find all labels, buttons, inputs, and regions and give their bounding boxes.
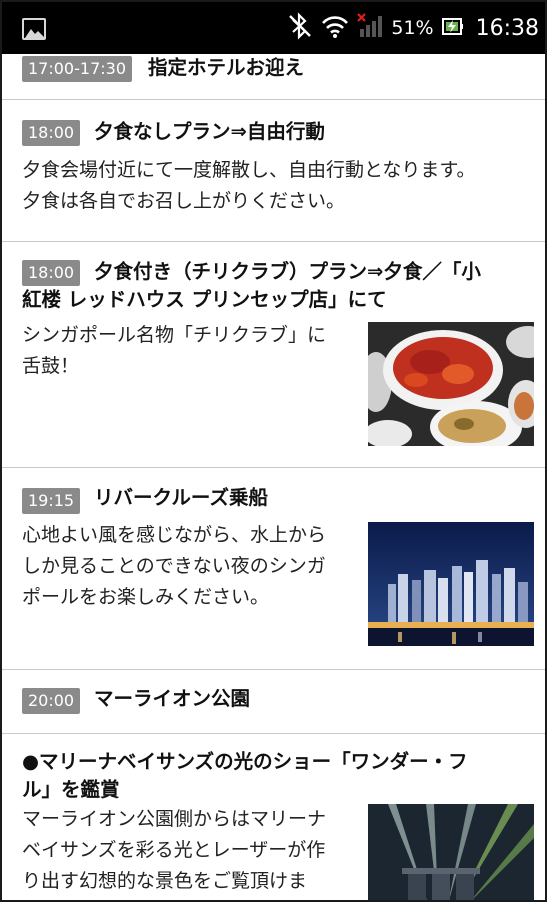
schedule-title: 夕食付き（チリクラブ）プラン⇒夕食／「小 紅楼 レッドハウス プリンセップ店」に… bbox=[22, 260, 481, 311]
schedule-title: 夕食なしプラン⇒自由行動 bbox=[94, 120, 325, 143]
marina-bay-light-show-photo bbox=[368, 804, 534, 900]
time-badge: 20:00 bbox=[22, 688, 81, 714]
battery-charging-icon bbox=[441, 16, 464, 40]
schedule-description: 心地よい風を感じながら、水上から しか見ることのできない夜のシンガ ポールをお楽… bbox=[22, 524, 327, 608]
schedule-title: ●マリーナベイサンズの光のショー「ワンダー・フ ル」を鑑賞 bbox=[22, 750, 468, 801]
phone-screen: 51% 16:38 17:00-17:30 指定ホテルお迎え 18:00 夕食な… bbox=[0, 0, 547, 902]
bluetooth-off-icon bbox=[287, 12, 313, 44]
status-bar: 51% 16:38 bbox=[2, 2, 545, 54]
schedule-list: 17:00-17:30 指定ホテルお迎え 18:00 夕食なしプラン⇒自由行動 … bbox=[2, 54, 545, 900]
schedule-title: 指定ホテルお迎え bbox=[148, 56, 305, 79]
schedule-item[interactable]: 17:00-17:30 指定ホテルお迎え bbox=[2, 54, 545, 100]
time-badge: 19:15 bbox=[22, 488, 81, 514]
schedule-description: シンガポール名物「チリクラブ」に 舌鼓！ bbox=[22, 324, 327, 377]
schedule-title: マーライオン公園 bbox=[94, 687, 251, 710]
time-badge: 18:00 bbox=[22, 120, 81, 146]
schedule-title: リバークルーズ乗船 bbox=[94, 486, 268, 509]
schedule-item[interactable]: 20:00 マーライオン公園 bbox=[2, 670, 545, 734]
signal-icon bbox=[357, 13, 383, 43]
chili-crab-dish-photo bbox=[368, 322, 534, 446]
singapore-night-skyline-photo bbox=[368, 522, 534, 646]
schedule-item[interactable]: 19:15 リバークルーズ乗船 心地よい風を感じながら、水上から しか見ることの… bbox=[2, 468, 545, 670]
gallery-icon bbox=[22, 18, 46, 40]
schedule-item[interactable]: 18:00 夕食付き（チリクラブ）プラン⇒夕食／「小 紅楼 レッドハウス プリン… bbox=[2, 242, 545, 468]
schedule-description: 夕食会場付近にて一度解散し、自由行動となります。 夕食は各自でお召し上がりくださ… bbox=[22, 159, 476, 212]
battery-percent: 51% bbox=[391, 17, 434, 39]
wifi-icon bbox=[321, 13, 349, 43]
schedule-item[interactable]: ●マリーナベイサンズの光のショー「ワンダー・フ ル」を鑑賞 マーライオン公園側か… bbox=[2, 734, 545, 900]
time-badge: 17:00-17:30 bbox=[22, 56, 132, 82]
schedule-item[interactable]: 18:00 夕食なしプラン⇒自由行動 夕食会場付近にて一度解散し、自由行動となり… bbox=[2, 100, 545, 242]
clock: 16:38 bbox=[475, 15, 539, 41]
schedule-description: マーライオン公園側からはマリーナ ベイサンズを彩る光とレーザーが作 り出す幻想的… bbox=[22, 808, 327, 892]
